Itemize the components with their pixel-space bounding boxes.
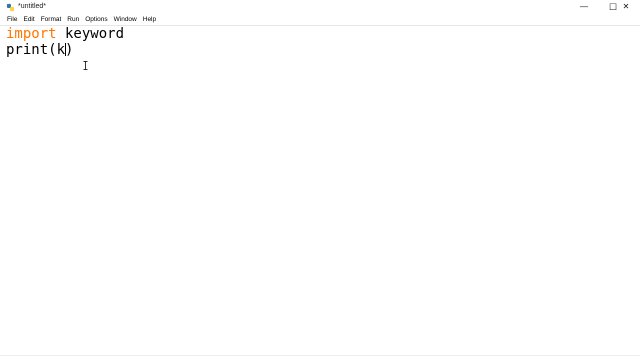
window-bottom-edge <box>0 355 640 356</box>
title-bar: *untitled* — ☐ ✕ <box>0 0 640 14</box>
close-button[interactable]: ✕ <box>612 0 640 14</box>
menu-help[interactable]: Help <box>140 14 159 25</box>
python-app-icon <box>6 3 15 12</box>
keyword-import: import <box>6 26 57 42</box>
menu-file[interactable]: File <box>4 14 20 25</box>
code-line-2: print(k) <box>6 42 73 59</box>
menu-edit[interactable]: Edit <box>20 14 37 25</box>
ibeam-cursor-icon <box>83 61 88 70</box>
module-name: keyword <box>56 26 125 42</box>
menu-run[interactable]: Run <box>64 14 82 25</box>
closing-paren: ) <box>65 42 74 58</box>
menu-format[interactable]: Format <box>38 14 65 25</box>
close-icon: ✕ <box>622 2 630 11</box>
menu-window[interactable]: Window <box>111 14 140 25</box>
print-call: print(k <box>6 42 66 58</box>
menu-options[interactable]: Options <box>82 14 110 25</box>
code-editor[interactable]: import keyword print(k) <box>0 26 640 356</box>
minimize-icon: — <box>580 2 588 11</box>
window-title: *untitled* <box>18 3 47 10</box>
code-line-1: import keyword <box>6 26 124 43</box>
minimize-button[interactable]: — <box>570 0 598 14</box>
menu-bar: File Edit Format Run Options Window Help <box>0 14 640 25</box>
